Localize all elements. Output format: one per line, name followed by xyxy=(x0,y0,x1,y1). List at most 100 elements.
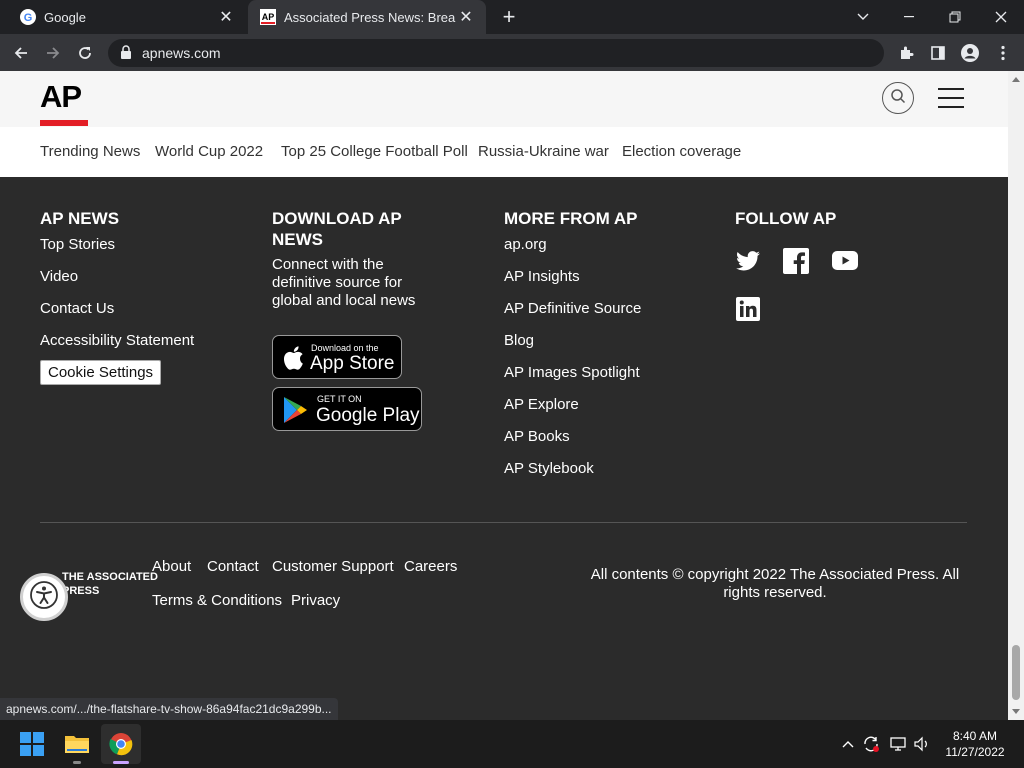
close-window-icon[interactable] xyxy=(978,0,1024,34)
apple-icon xyxy=(283,345,305,376)
trending-link[interactable]: Top 25 College Football Poll xyxy=(281,143,468,160)
facebook-icon[interactable] xyxy=(783,248,809,274)
footer-link[interactable]: Accessibility Statement xyxy=(40,332,194,349)
more-from-ap-heading: MORE FROM AP xyxy=(504,209,638,228)
scroll-up-arrow-icon[interactable] xyxy=(1008,71,1024,87)
trending-bar: Trending News World Cup 2022 Top 25 Coll… xyxy=(0,127,1008,177)
ap-logo[interactable]: AP xyxy=(40,71,88,127)
side-panel-icon[interactable] xyxy=(923,38,953,68)
chrome-menu-icon[interactable] xyxy=(988,38,1018,68)
ap-footer-logo[interactable]: THE ASSOCIATED PRESS xyxy=(62,570,158,598)
footer-divider xyxy=(40,522,967,523)
hamburger-menu-icon[interactable] xyxy=(938,88,964,108)
windows-start-icon[interactable] xyxy=(12,724,52,764)
footer-link[interactable]: AP Explore xyxy=(504,396,579,413)
google-favicon-icon: G xyxy=(20,9,36,25)
extensions-icon[interactable] xyxy=(891,38,921,68)
footer-bottom-link[interactable]: About xyxy=(152,558,191,575)
windows-taskbar: 8:40 AM 11/27/2022 xyxy=(0,720,1024,768)
site-header: AP xyxy=(0,71,1008,127)
scroll-down-arrow-icon[interactable] xyxy=(1008,704,1024,720)
footer-bottom-link[interactable]: Privacy xyxy=(291,592,340,609)
scrollbar-thumb[interactable] xyxy=(1012,645,1020,700)
twitter-icon[interactable] xyxy=(735,248,761,274)
logo-text: AP xyxy=(40,79,82,114)
footer-bottom-link[interactable]: Contact xyxy=(207,558,259,575)
logo-red-bar xyxy=(40,120,88,126)
forward-icon[interactable] xyxy=(38,38,68,68)
sync-icon[interactable] xyxy=(861,734,881,754)
address-bar[interactable]: apnews.com xyxy=(108,39,884,67)
linkedin-icon[interactable] xyxy=(735,296,761,322)
lock-icon[interactable] xyxy=(120,45,132,64)
tab-strip: G Google ✕ AP Associated Press News: Bre… xyxy=(0,0,1024,34)
download-description: Connect with the definitive source for g… xyxy=(272,256,416,309)
footer-link[interactable]: AP Images Spotlight xyxy=(504,364,640,381)
trending-link[interactable]: Election coverage xyxy=(622,143,741,160)
copyright-text: All contents © copyright 2022 The Associ… xyxy=(590,566,960,601)
footer-logo-line1: THE ASSOCIATED xyxy=(62,571,158,583)
chrome-taskbar-icon[interactable] xyxy=(101,724,141,764)
footer-link[interactable]: AP Definitive Source xyxy=(504,300,641,317)
tab-apnews[interactable]: AP Associated Press News: Breaking ✕ xyxy=(248,0,486,34)
url-text: apnews.com xyxy=(142,45,221,61)
app-store-big-text: App Store xyxy=(310,353,395,374)
new-tab-button[interactable]: + xyxy=(492,0,526,34)
system-clock[interactable]: 8:40 AM 11/27/2022 xyxy=(940,728,1010,760)
app-store-button[interactable]: Download on the App Store xyxy=(272,335,402,379)
minimize-icon[interactable] xyxy=(886,0,932,34)
footer-link[interactable]: Top Stories xyxy=(40,236,115,253)
download-heading-line2: NEWS xyxy=(272,230,323,249)
clock-date: 11/27/2022 xyxy=(945,745,1005,759)
trending-link[interactable]: World Cup 2022 xyxy=(155,143,263,160)
reload-icon[interactable] xyxy=(70,38,100,68)
google-play-small-text: GET IT ON xyxy=(317,394,362,404)
footer-bottom-link[interactable]: Careers xyxy=(404,558,457,575)
footer-link[interactable]: Video xyxy=(40,268,78,285)
youtube-icon[interactable] xyxy=(832,248,858,274)
link-status-bubble: apnews.com/.../the-flatshare-tv-show-86a… xyxy=(0,698,338,720)
svg-text:AP: AP xyxy=(262,12,275,22)
svg-text:G: G xyxy=(24,12,33,24)
network-icon[interactable] xyxy=(888,734,908,754)
footer-link[interactable]: AP Insights xyxy=(504,268,580,285)
trending-link[interactable]: Russia-Ukraine war xyxy=(478,143,609,160)
ap-news-heading: AP NEWS xyxy=(40,209,120,228)
trending-link[interactable]: Trending News xyxy=(40,143,140,160)
footer-link[interactable]: AP Stylebook xyxy=(504,460,594,477)
close-tab-icon[interactable]: ✕ xyxy=(456,7,476,27)
tab-title: Associated Press News: Breaking xyxy=(284,9,456,25)
footer-bottom-link[interactable]: Customer Support xyxy=(272,558,394,575)
volume-icon[interactable] xyxy=(912,734,932,754)
page-viewport: AP Trending News World Cup 2022 Top 25 C… xyxy=(0,71,1008,720)
accessibility-button[interactable] xyxy=(20,573,68,621)
footer-link[interactable]: Contact Us xyxy=(40,300,114,317)
accessibility-icon xyxy=(29,580,59,615)
google-play-button[interactable]: GET IT ON Google Play xyxy=(272,387,422,431)
cookie-settings-button[interactable]: Cookie Settings xyxy=(40,360,162,385)
file-explorer-icon[interactable] xyxy=(57,724,97,764)
tab-google[interactable]: G Google ✕ xyxy=(8,0,246,34)
back-icon[interactable] xyxy=(6,38,36,68)
google-play-icon xyxy=(282,396,308,429)
restore-icon[interactable] xyxy=(932,0,978,34)
search-button[interactable] xyxy=(882,82,914,114)
page-scrollbar[interactable] xyxy=(1008,71,1024,720)
footer-link[interactable]: AP Books xyxy=(504,428,570,445)
tab-search-icon[interactable] xyxy=(840,0,886,34)
footer-bottom-link[interactable]: Terms & Conditions xyxy=(152,592,282,609)
google-play-big-text: Google Play xyxy=(316,405,420,426)
footer-link[interactable]: ap.org xyxy=(504,236,547,253)
download-heading: DOWNLOAD AP xyxy=(272,209,402,228)
ap-favicon-icon: AP xyxy=(260,9,276,25)
site-footer: AP NEWS Top Stories Video Contact Us Acc… xyxy=(0,177,1008,720)
tab-title: Google xyxy=(44,9,86,25)
app-store-small-text: Download on the xyxy=(311,343,379,353)
close-tab-icon[interactable]: ✕ xyxy=(216,7,236,27)
clock-time: 8:40 AM xyxy=(952,729,998,743)
show-hidden-icons-chevron-icon[interactable] xyxy=(838,734,858,754)
follow-ap-heading: FOLLOW AP xyxy=(735,209,837,228)
search-icon xyxy=(890,88,906,109)
profile-icon[interactable] xyxy=(955,38,985,68)
footer-link[interactable]: Blog xyxy=(504,332,534,349)
